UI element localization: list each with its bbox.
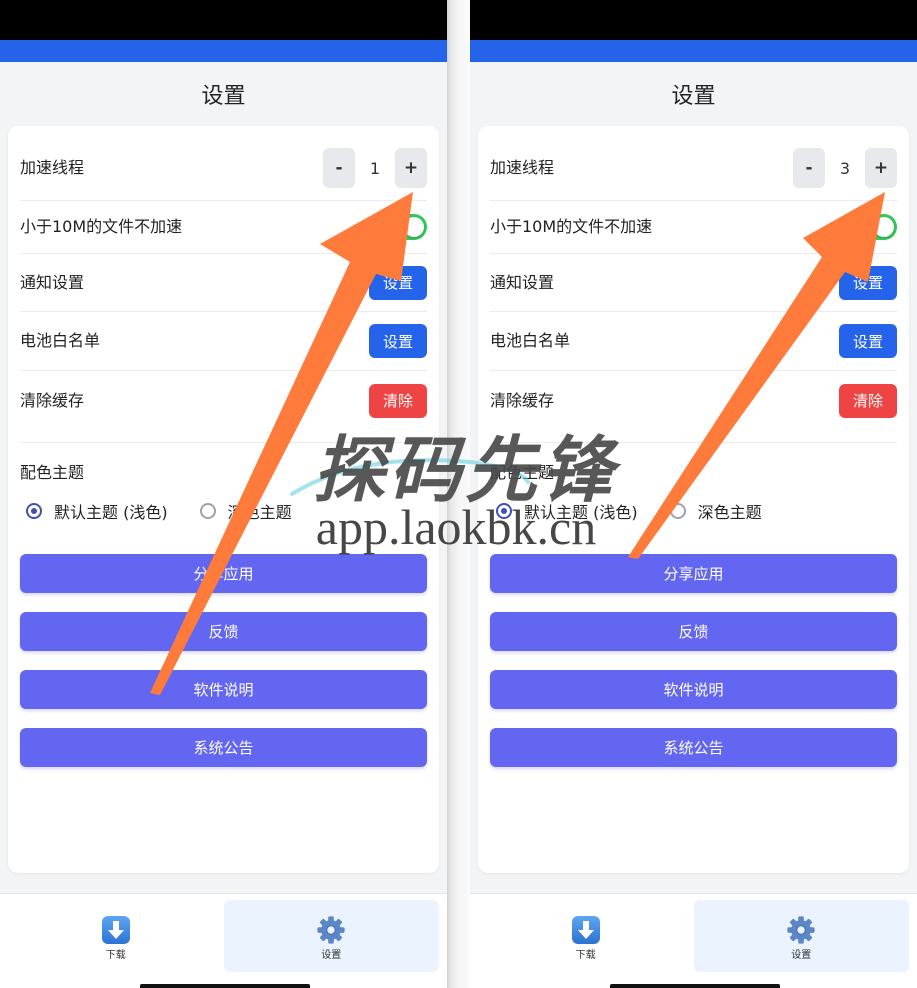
gear-icon [787, 916, 815, 944]
clear-cache-label: 清除缓存 [20, 390, 85, 410]
page-title: 设置 [201, 84, 246, 109]
bottom-nav: 下载 设置 [0, 893, 447, 988]
tab-settings[interactable]: 设置 [693, 900, 909, 972]
notification-settings-label: 通知设置 [490, 272, 555, 292]
page-title: 设置 [671, 84, 716, 109]
skip-small-files-row: 小于10M的文件不加速 [490, 201, 897, 254]
skip-small-files-label: 小于10M的文件不加速 [20, 217, 183, 236]
tab-label: 下载 [575, 950, 596, 961]
toggle-knob [404, 217, 424, 237]
skip-small-files-row: 小于10M的文件不加速 [20, 201, 427, 254]
status-bar [0, 0, 447, 40]
action-buttons: 分享应用 反馈 软件说明 系统公告 [490, 554, 897, 767]
clear-cache-row: 清除缓存 清除 [490, 371, 897, 430]
battery-whitelist-label: 电池白名单 [490, 331, 571, 350]
clear-cache-button[interactable]: 清除 [369, 383, 427, 418]
app-header-bar [470, 40, 917, 62]
thread-count-row: 加速线程 - 3 + [490, 136, 897, 201]
thread-count-label: 加速线程 [20, 158, 85, 177]
thread-count-value: 3 [839, 158, 851, 178]
system-announcement-button[interactable]: 系统公告 [490, 728, 897, 767]
gear-icon [317, 916, 345, 944]
watermark-url: app.laokbk.cn [315, 499, 597, 555]
tab-label: 设置 [321, 950, 342, 961]
tab-download[interactable]: 下载 [8, 900, 224, 972]
decrement-button[interactable]: - [323, 148, 355, 188]
home-indicator [140, 984, 310, 988]
theme-option-label: 深色主题 [697, 503, 762, 522]
increment-button[interactable]: + [395, 148, 427, 188]
radio-button[interactable] [199, 503, 216, 519]
bottom-nav: 下载 设置 [470, 893, 917, 988]
app-header-bar [0, 40, 447, 62]
share-app-button[interactable]: 分享应用 [490, 554, 897, 593]
download-icon [101, 916, 130, 944]
battery-whitelist-row: 电池白名单 设置 [490, 312, 897, 371]
radio-button[interactable] [26, 503, 42, 519]
theme-option-dark[interactable]: 深色主题 [669, 499, 762, 523]
thread-count-label: 加速线程 [490, 158, 555, 177]
decrement-button[interactable]: - [793, 148, 825, 188]
notification-settings-button[interactable]: 设置 [369, 265, 427, 300]
skip-small-files-label: 小于10M的文件不加速 [490, 217, 653, 236]
thread-count-value: 1 [369, 158, 381, 178]
notification-settings-row: 通知设置 设置 [20, 254, 427, 312]
app-instructions-button[interactable]: 软件说明 [490, 670, 897, 709]
notification-settings-row: 通知设置 设置 [490, 254, 897, 312]
tab-label: 下载 [105, 950, 126, 961]
thread-count-stepper: - 1 + [323, 148, 427, 188]
toggle-knob [874, 217, 894, 237]
feedback-button[interactable]: 反馈 [20, 612, 427, 651]
home-indicator [610, 984, 780, 988]
battery-whitelist-button[interactable]: 设置 [369, 324, 427, 358]
download-icon [571, 916, 600, 944]
battery-whitelist-row: 电池白名单 设置 [20, 312, 427, 371]
thread-count-row: 加速线程 - 1 + [20, 136, 427, 201]
tab-label: 设置 [791, 950, 812, 961]
skip-small-files-toggle[interactable] [851, 214, 897, 240]
tab-download[interactable]: 下载 [478, 900, 694, 972]
watermark-brand: 探码先锋 [312, 428, 617, 512]
action-buttons: 分享应用 反馈 软件说明 系统公告 [20, 554, 427, 767]
share-app-button[interactable]: 分享应用 [20, 554, 427, 593]
thread-count-stepper: - 3 + [793, 148, 897, 188]
notification-settings-label: 通知设置 [20, 272, 85, 292]
clear-cache-button[interactable]: 清除 [839, 383, 897, 418]
system-announcement-button[interactable]: 系统公告 [20, 728, 427, 767]
battery-whitelist-label: 电池白名单 [20, 331, 101, 350]
tab-settings[interactable]: 设置 [223, 900, 439, 972]
battery-whitelist-button[interactable]: 设置 [839, 324, 897, 358]
skip-small-files-toggle[interactable] [381, 214, 427, 240]
clear-cache-row: 清除缓存 清除 [20, 371, 427, 430]
app-instructions-button[interactable]: 软件说明 [20, 670, 427, 709]
increment-button[interactable]: + [865, 148, 897, 188]
feedback-button[interactable]: 反馈 [490, 612, 897, 651]
status-bar [470, 0, 917, 40]
clear-cache-label: 清除缓存 [490, 390, 555, 410]
theme-option-light[interactable]: 默认主题 (浅色) [26, 499, 168, 523]
theme-option-label: 默认主题 (浅色) [54, 503, 168, 522]
notification-settings-button[interactable]: 设置 [839, 265, 897, 300]
